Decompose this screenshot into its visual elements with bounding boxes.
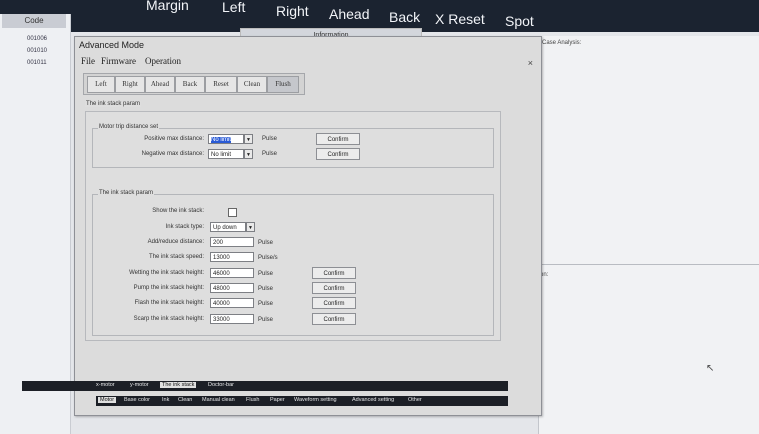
ink-stack-type-label: Ink stack type: [165, 224, 204, 230]
positive-max-label: Positive max distance: [144, 136, 204, 142]
tool-reset-button[interactable]: Reset [205, 76, 237, 93]
subtab-x-motor[interactable]: x-motor [96, 382, 115, 388]
unit-label: Pulse [258, 317, 274, 323]
divider [539, 264, 759, 265]
code-row[interactable]: 001010 [27, 48, 47, 54]
ink-stack-group-title: The ink stack param [98, 190, 155, 196]
wetting-height-label: Wetting the ink stack height: [129, 270, 204, 276]
code-column-header: Code [2, 14, 66, 28]
scarp-height-label: Scarp the ink stack height: [133, 316, 204, 322]
tool-clean-button[interactable]: Clean [237, 76, 267, 93]
add-reduce-distance-input[interactable]: 200 [210, 237, 254, 247]
negative-max-select[interactable]: No limit [208, 149, 244, 159]
tab-paper[interactable]: Paper [270, 397, 285, 403]
ink-stack-speed-input[interactable]: 13000 [210, 252, 254, 262]
unit-label: Pulse [262, 151, 278, 157]
motor-trip-group [92, 128, 494, 168]
menu-operation[interactable]: Operation [145, 56, 181, 66]
tab-other[interactable]: Other [408, 397, 422, 403]
positive-max-select[interactable]: No limit [208, 134, 244, 144]
subtab-y-motor[interactable]: y-motor [130, 382, 149, 388]
unit-label: Pulse/s [258, 255, 278, 261]
pump-height-input[interactable]: 48000 [210, 283, 254, 293]
unit-label: Pulse [262, 136, 278, 142]
pump-height-label: Pump the ink stack height: [133, 285, 204, 291]
ahead-button[interactable]: Ahead [329, 6, 369, 22]
tab-base-color[interactable]: Base color [124, 397, 150, 403]
motion-toolbar: Left Right Ahead Back Reset Clean Flush [83, 73, 305, 95]
motor-subtabs: x-motor y-motor The ink stack Doctor-bar [22, 381, 508, 391]
tool-ahead-button[interactable]: Ahead [145, 76, 175, 93]
add-reduce-distance-label: Add/reduce distance: [147, 239, 204, 245]
spot-button[interactable]: Spot [505, 13, 534, 29]
tool-flush-button[interactable]: Flush [267, 76, 299, 93]
wetting-height-input[interactable]: 46000 [210, 268, 254, 278]
scarp-height-input[interactable]: 33000 [210, 314, 254, 324]
confirm-button[interactable]: Confirm [312, 297, 356, 309]
dialog-title: Advanced Mode [79, 40, 145, 50]
close-icon[interactable]: × [528, 58, 533, 68]
chevron-down-icon[interactable]: ▼ [244, 134, 253, 144]
negative-max-label: Negative max distance: [141, 151, 204, 157]
show-ink-stack-checkbox[interactable] [228, 208, 237, 217]
x-reset-button[interactable]: X Reset [435, 11, 485, 27]
case-analysis-label: Case Analysis: [542, 40, 582, 46]
analysis-panel: Case Analysis: Solution: [525, 36, 759, 434]
show-ink-stack-label: Show the ink stack: [152, 208, 204, 214]
code-row[interactable]: 001006 [27, 36, 47, 42]
tab-ink[interactable]: Ink [162, 397, 169, 403]
tab-advanced-setting[interactable]: Advanced setting [352, 397, 394, 403]
ink-stack-speed-label: The ink stack speed: [148, 254, 204, 260]
tool-back-button[interactable]: Back [175, 76, 205, 93]
subtab-doctor-bar[interactable]: Doctor-bar [208, 382, 234, 388]
right-button[interactable]: Right [276, 3, 309, 19]
ink-stack-panel: Motor trip distance set Positive max dis… [85, 111, 501, 341]
mouse-cursor-icon: ↖ [706, 363, 715, 374]
tab-motor[interactable]: Motor [98, 397, 117, 403]
ink-stack-group [92, 194, 494, 336]
chevron-down-icon[interactable]: ▼ [246, 222, 255, 232]
menu-file[interactable]: File [81, 56, 95, 66]
flash-height-label: Flash the ink stack height: [134, 300, 204, 306]
subtab-ink-stack[interactable]: The ink stack [160, 382, 197, 388]
confirm-button[interactable]: Confirm [316, 148, 360, 160]
tool-right-button[interactable]: Right [115, 76, 145, 93]
menu-firmware[interactable]: Firmware [101, 56, 136, 66]
confirm-button[interactable]: Confirm [316, 133, 360, 145]
section-title: The ink stack param [85, 101, 142, 107]
tab-waveform-setting[interactable]: Waveform setting [294, 397, 337, 403]
unit-label: Pulse [258, 240, 274, 246]
unit-label: Pulse [258, 301, 274, 307]
tab-flush[interactable]: Flush [246, 397, 259, 403]
motor-trip-group-title: Motor trip distance set [98, 124, 160, 130]
confirm-button[interactable]: Confirm [312, 282, 356, 294]
tab-manual-clean[interactable]: Manual clean [202, 397, 235, 403]
tab-clean[interactable]: Clean [178, 397, 192, 403]
advanced-mode-dialog: Advanced Mode × File Firmware Operation … [74, 36, 542, 416]
back-button[interactable]: Back [389, 9, 420, 25]
margin-button[interactable]: Margin [146, 0, 189, 13]
code-row[interactable]: 001011 [27, 60, 47, 66]
left-button[interactable]: Left [222, 0, 245, 15]
settings-tabs: Motor Base color Ink Clean Manual clean … [96, 396, 508, 406]
chevron-down-icon[interactable]: ▼ [244, 149, 253, 159]
confirm-button[interactable]: Confirm [312, 267, 356, 279]
unit-label: Pulse [258, 271, 274, 277]
ink-stack-type-select[interactable]: Up down [210, 222, 246, 232]
unit-label: Pulse [258, 286, 274, 292]
confirm-button[interactable]: Confirm [312, 313, 356, 325]
flash-height-input[interactable]: 40000 [210, 298, 254, 308]
tool-left-button[interactable]: Left [87, 76, 115, 93]
code-list-panel [0, 14, 71, 434]
